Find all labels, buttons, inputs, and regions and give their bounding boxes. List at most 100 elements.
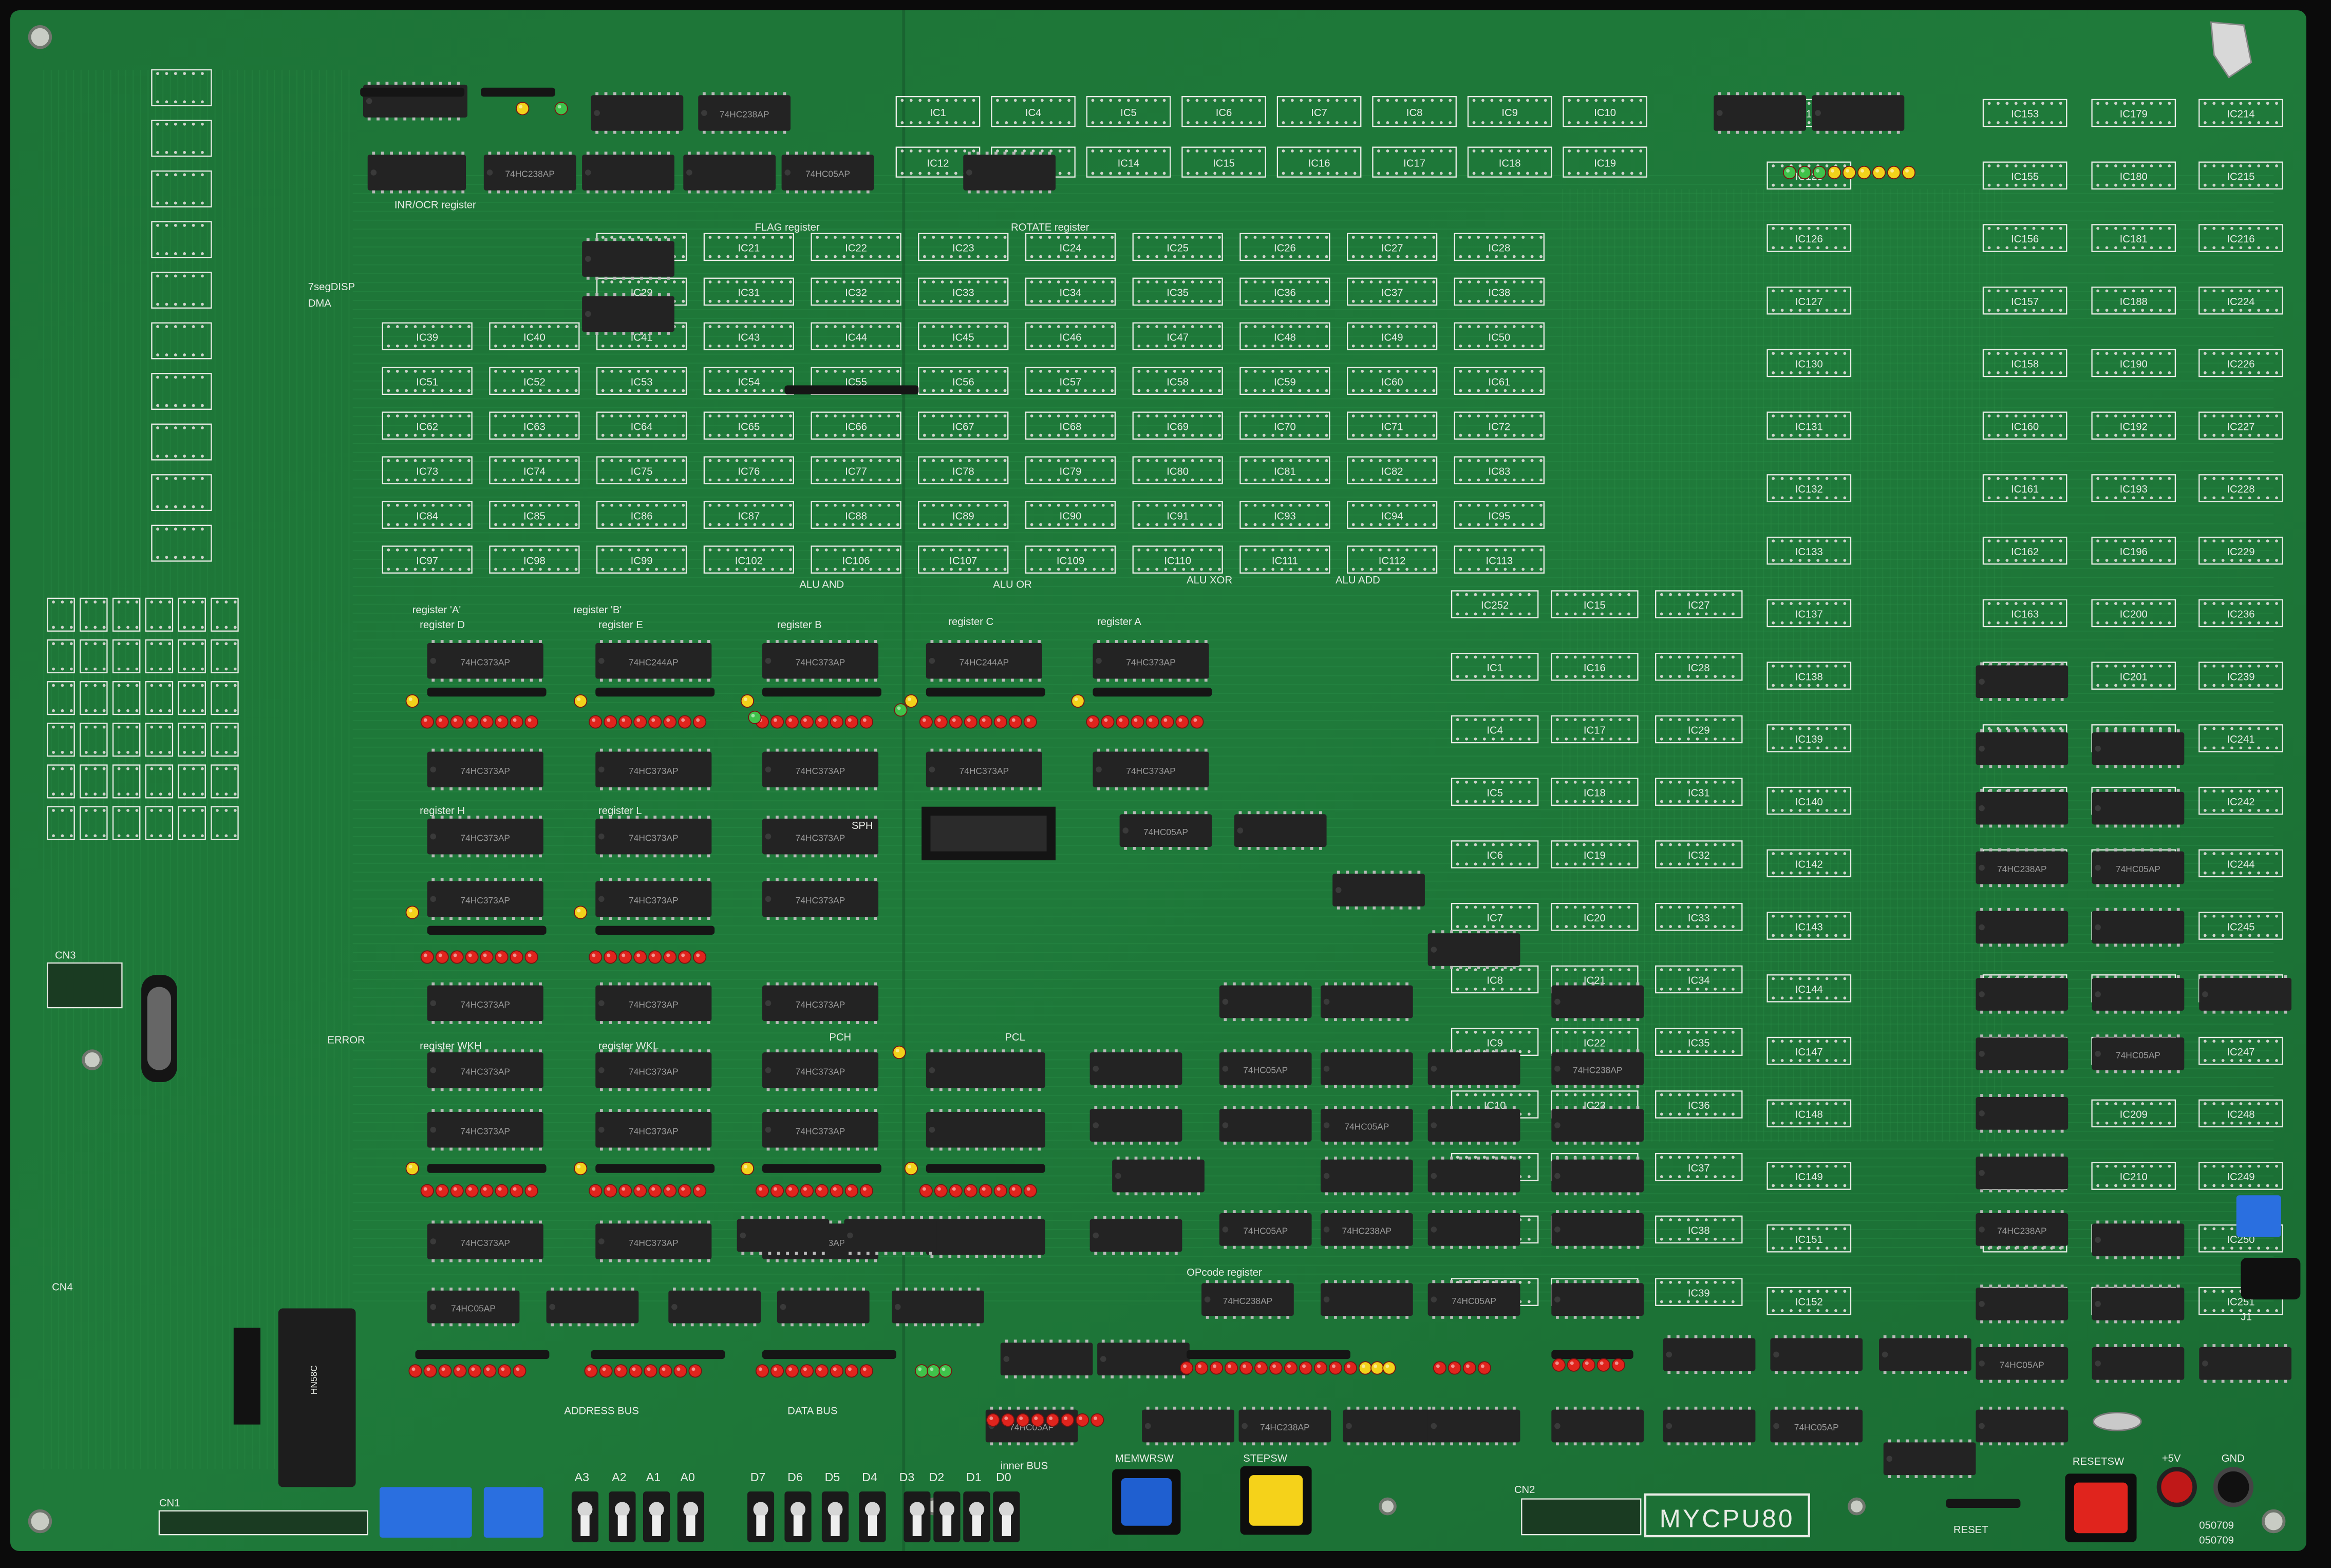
chip-part-number: 74HC373AP <box>460 833 510 843</box>
ic-label: IC33 <box>952 288 974 299</box>
ic-label: IC180 <box>2120 171 2148 182</box>
chip-part-number: 74HC373AP <box>629 1066 679 1076</box>
ic-label: IC68 <box>1060 421 1082 432</box>
ic-label: IC245 <box>2227 921 2254 933</box>
ic-chip: 74HC373AP <box>762 748 879 790</box>
ic-label: IC77 <box>845 466 867 477</box>
ic-chip: 74HC373AP <box>427 1049 543 1091</box>
alu-label: ALU XOR <box>1187 575 1232 586</box>
ic-chip <box>1714 92 1806 134</box>
bus-label: ADDRESS BUS <box>564 1405 638 1416</box>
ic-label: IC15 <box>1584 600 1606 611</box>
resistor-network <box>595 1164 715 1173</box>
ic-chip <box>1343 1406 1436 1446</box>
ic-label: IC73 <box>416 466 438 477</box>
ic-label: IC252 <box>1481 600 1509 611</box>
control-label: RESET <box>1953 1524 1988 1536</box>
reset-switch-button[interactable] <box>2065 1473 2137 1542</box>
ic-label: IC83 <box>1488 466 1510 477</box>
ic-chip <box>683 152 776 194</box>
toggle-switch[interactable] <box>933 1491 961 1542</box>
register-label: register A <box>1097 616 1141 628</box>
ic-label: IC48 <box>1274 332 1296 343</box>
ic-label: IC241 <box>2227 734 2254 745</box>
ic-chip <box>2199 975 2292 1014</box>
step-switch-button[interactable] <box>1240 1466 1312 1535</box>
ic-chip <box>591 92 684 134</box>
ic-label: IC8 <box>1406 107 1423 119</box>
ic-chip: 74HC373AP <box>762 640 879 682</box>
register-label: register C <box>948 616 993 628</box>
ic-label: IC64 <box>631 421 653 432</box>
ic-label: IC12 <box>927 158 949 169</box>
ic-label: IC126 <box>1795 234 1823 245</box>
ic-chip <box>1551 1406 1644 1446</box>
led-row <box>574 905 588 919</box>
ic-label: IC69 <box>1167 421 1189 432</box>
ic-label: IC127 <box>1795 296 1823 308</box>
chip-part-number: 74HC238AP <box>1260 1422 1310 1432</box>
ic-label: IC8 <box>1487 975 1503 987</box>
ic-label: IC32 <box>845 288 867 299</box>
toggle-switch[interactable] <box>677 1491 704 1542</box>
register-label: register E <box>598 619 643 631</box>
mount-hole <box>82 1049 103 1070</box>
toggle-switch[interactable] <box>747 1491 775 1542</box>
ic-chip: 74HC373AP <box>595 1049 712 1091</box>
ic-label: IC244 <box>2227 859 2254 871</box>
data-switch-label: D7 <box>750 1470 766 1484</box>
toggle-switch[interactable] <box>571 1491 599 1542</box>
toggle-switch[interactable] <box>784 1491 812 1542</box>
toggle-switch[interactable] <box>993 1491 1020 1542</box>
chip-part-number: 74HC05AP <box>2116 1050 2160 1061</box>
toggle-switch[interactable] <box>859 1491 886 1542</box>
dip-switch-right[interactable] <box>2236 1195 2281 1237</box>
ic-label: IC5 <box>1487 787 1503 799</box>
alu-label: ALU OR <box>993 579 1032 591</box>
control-label: RESETSW <box>2073 1456 2125 1467</box>
ic-chip <box>1812 92 1905 134</box>
ic-chip: 74HC373AP <box>595 748 712 790</box>
ic-label: IC193 <box>2120 484 2148 495</box>
ic-label: IC37 <box>1688 1163 1710 1174</box>
ic-chip <box>1976 729 2069 768</box>
resistor-network <box>1187 1350 1350 1359</box>
ic-label: IC35 <box>1167 288 1189 299</box>
dip-switch-left[interactable] <box>379 1487 543 1538</box>
resistor-network <box>481 87 555 97</box>
resistor-network <box>427 1164 547 1173</box>
connector-label: CN2 <box>1514 1484 1535 1496</box>
ic-label: IC15 <box>1213 158 1235 169</box>
chip-part-number: 74HC373AP <box>460 1238 510 1248</box>
ic-label: IC148 <box>1795 1109 1823 1121</box>
ic-chip: 74HC238AP <box>1320 1210 1413 1249</box>
ic-chip <box>963 152 1056 194</box>
chip-part-number: 74HC238AP <box>720 109 769 120</box>
ic-label: IC98 <box>523 555 546 566</box>
toggle-switch[interactable] <box>963 1491 990 1542</box>
chip-part-number: 74HC238AP <box>505 169 555 179</box>
ic-label: IC99 <box>631 555 653 566</box>
ic-chip: 74HC05AP <box>1219 1049 1312 1088</box>
ic-label: IC102 <box>735 555 763 566</box>
memwr-switch-button[interactable] <box>1112 1469 1181 1535</box>
control-label: DMA <box>308 298 332 309</box>
toggle-switch[interactable] <box>904 1491 931 1542</box>
ic-label: IC38 <box>1488 288 1510 299</box>
ic-chip: 74HC05AP <box>1427 1280 1520 1319</box>
data-switch-label: D4 <box>862 1470 877 1484</box>
chip-part-number: 74HC373AP <box>629 1126 679 1136</box>
ic-label: IC23 <box>952 243 974 254</box>
rom-chip: HN58C <box>278 1308 356 1487</box>
toggle-switch[interactable] <box>609 1491 636 1542</box>
ic-label: IC6 <box>1487 850 1503 861</box>
ic-label: IC66 <box>845 421 867 432</box>
chip-part-number: 74HC373AP <box>796 766 845 776</box>
ic-label: IC1 <box>930 107 946 119</box>
ic-chip: 74HC373AP <box>595 1109 712 1151</box>
dc-jack[interactable] <box>2241 1257 2301 1300</box>
bus-label: DATA BUS <box>787 1405 837 1416</box>
toggle-switch[interactable] <box>821 1491 849 1542</box>
ic-label: IC19 <box>1584 850 1606 861</box>
toggle-switch[interactable] <box>643 1491 670 1542</box>
